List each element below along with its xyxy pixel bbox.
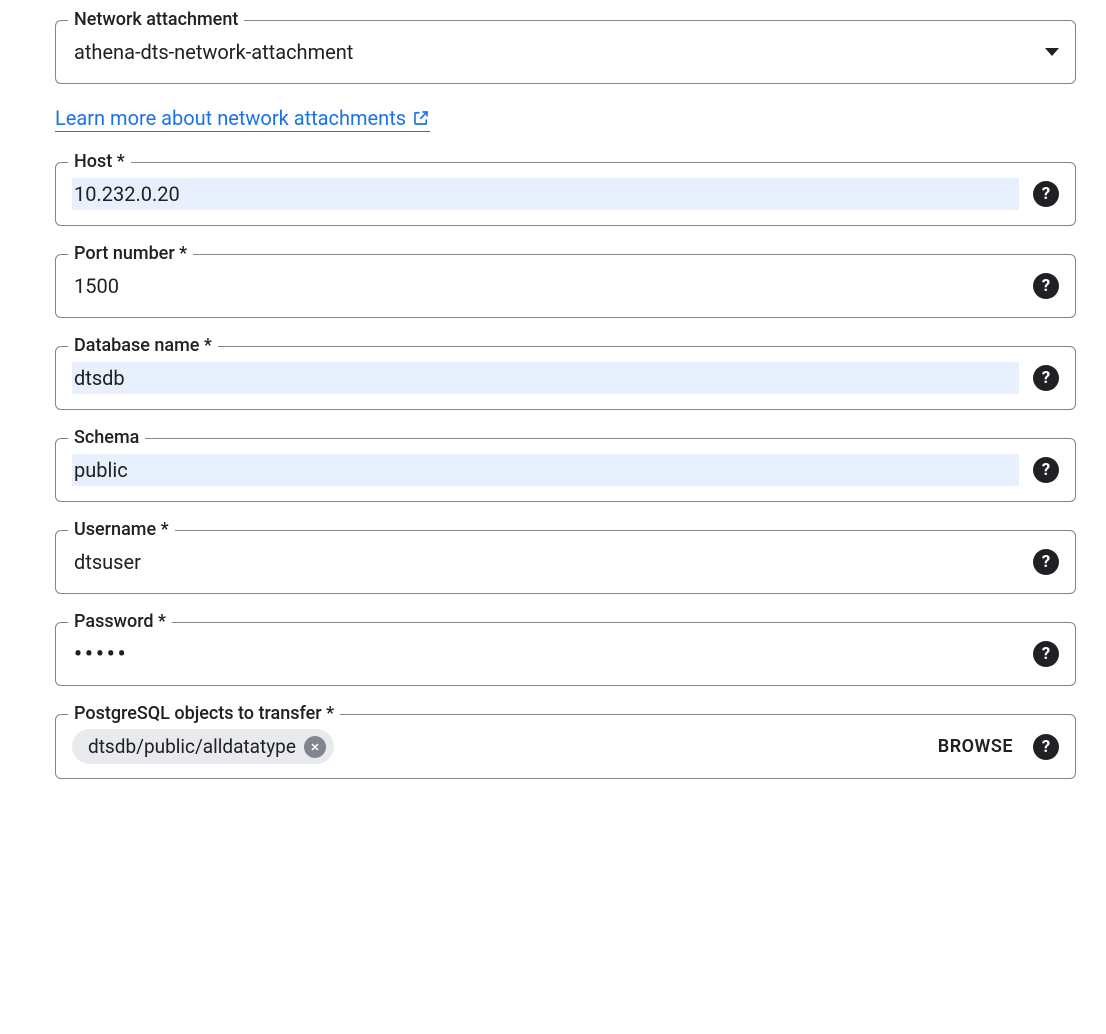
help-icon[interactable]: ? — [1033, 457, 1059, 483]
schema-field-outline: Schema ? — [55, 438, 1076, 502]
port-field-outline: Port number * ? — [55, 254, 1076, 318]
learn-more-text: Learn more about network attachments — [55, 106, 406, 130]
database-label: Database name * — [68, 335, 218, 356]
network-attachment-group: Network attachment athena-dts-network-at… — [55, 20, 1076, 84]
help-icon[interactable]: ? — [1033, 641, 1059, 667]
network-attachment-select[interactable]: Network attachment athena-dts-network-at… — [55, 20, 1076, 84]
schema-group: Schema ? — [55, 438, 1076, 502]
host-field-outline: Host * ? — [55, 162, 1076, 226]
help-icon[interactable]: ? — [1033, 734, 1059, 760]
close-icon[interactable] — [304, 736, 326, 758]
password-group: Password * ••••• ? — [55, 622, 1076, 686]
chevron-down-icon — [1045, 48, 1059, 56]
host-label: Host * — [68, 151, 131, 172]
learn-more-link[interactable]: Learn more about network attachments — [55, 106, 430, 132]
username-input[interactable] — [72, 546, 1019, 578]
learn-more-row: Learn more about network attachments — [55, 106, 1076, 132]
help-icon[interactable]: ? — [1033, 549, 1059, 575]
browse-button[interactable]: BROWSE — [932, 736, 1019, 757]
objects-group: PostgreSQL objects to transfer * dtsdb/p… — [55, 714, 1076, 779]
help-icon[interactable]: ? — [1033, 365, 1059, 391]
username-group: Username * ? — [55, 530, 1076, 594]
username-label: Username * — [68, 519, 175, 540]
database-group: Database name * ? — [55, 346, 1076, 410]
objects-label: PostgreSQL objects to transfer * — [68, 703, 340, 724]
objects-field-outline: PostgreSQL objects to transfer * dtsdb/p… — [55, 714, 1076, 779]
password-label: Password * — [68, 611, 172, 632]
port-group: Port number * ? — [55, 254, 1076, 318]
host-input[interactable] — [72, 178, 1019, 210]
help-icon[interactable]: ? — [1033, 273, 1059, 299]
port-label: Port number * — [68, 243, 193, 264]
external-link-icon — [412, 109, 430, 127]
network-attachment-value: athena-dts-network-attachment — [72, 36, 1035, 68]
help-icon[interactable]: ? — [1033, 181, 1059, 207]
object-chip[interactable]: dtsdb/public/alldatatype — [72, 729, 334, 764]
port-input[interactable] — [72, 270, 1019, 302]
password-input[interactable]: ••••• — [72, 638, 1019, 671]
network-attachment-label: Network attachment — [68, 9, 244, 30]
object-chip-text: dtsdb/public/alldatatype — [88, 735, 296, 758]
password-field-outline: Password * ••••• ? — [55, 622, 1076, 686]
schema-input[interactable] — [72, 454, 1019, 486]
host-group: Host * ? — [55, 162, 1076, 226]
schema-label: Schema — [68, 427, 145, 448]
objects-chip-row: dtsdb/public/alldatatype BROWSE — [72, 729, 1019, 764]
database-input[interactable] — [72, 362, 1019, 394]
username-field-outline: Username * ? — [55, 530, 1076, 594]
database-field-outline: Database name * ? — [55, 346, 1076, 410]
